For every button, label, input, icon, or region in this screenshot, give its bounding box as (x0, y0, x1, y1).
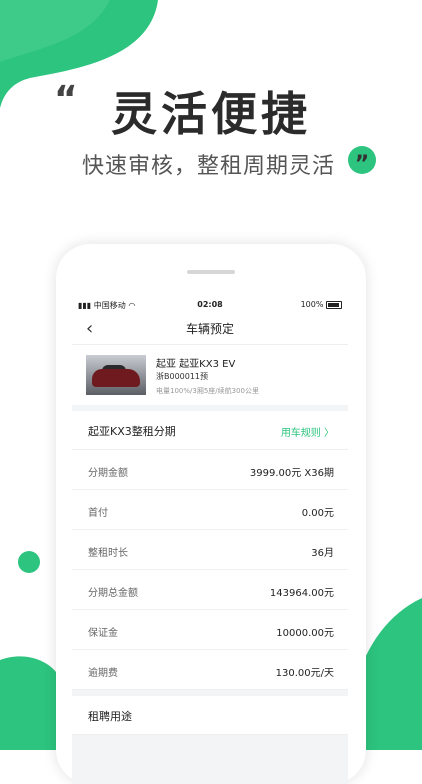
car-title: 起亚 起亚KX3 EV (156, 359, 236, 370)
row-value: 3999.00元 X36期 (249, 468, 334, 479)
row-label: 逾期费 (88, 668, 118, 679)
small-green-dot (18, 551, 40, 573)
row-label: 首付 (88, 508, 108, 519)
detail-row: 保证金 10000.00元 (72, 610, 348, 650)
row-label: 分期金额 (88, 468, 128, 479)
plan-title: 起亚KX3整租分期 (88, 425, 176, 438)
nav-bar: ‹ 车辆预定 (72, 312, 348, 345)
row-value: 143964.00元 (269, 588, 334, 599)
row-label: 保证金 (88, 628, 118, 639)
plan-header: 起亚KX3整租分期 用车规则 〉 (72, 411, 348, 450)
car-card[interactable]: 起亚 起亚KX3 EV 浙B000011预 电量100%/3厢5座/续航300公… (72, 345, 348, 405)
row-value: 130.00元/天 (275, 668, 334, 679)
app-screen: ▮▮▮ 中国移动 ◠ 02:08 100% ‹ 车辆预定 起亚 起亚KX3 EV… (72, 298, 348, 784)
detail-row: 首付 0.00元 (72, 490, 348, 530)
usage-section[interactable]: 租聘用途 (72, 696, 348, 735)
battery-icon (326, 300, 342, 309)
row-label: 分期总金额 (88, 588, 138, 599)
close-quote-mark: ” (355, 152, 369, 174)
car-info: 电量100%/3厢5座/续航300公里 (156, 387, 259, 395)
phone-speaker (187, 270, 235, 274)
rules-link[interactable]: 用车规则 〉 (281, 424, 334, 439)
close-quote-badge: ” (348, 146, 376, 174)
row-value: 10000.00元 (276, 628, 334, 639)
detail-row: 分期总金额 143964.00元 (72, 570, 348, 610)
car-photo (86, 355, 146, 395)
usage-title: 租聘用途 (88, 710, 132, 723)
status-battery: 100% (301, 300, 342, 309)
detail-row: 整租时长 36月 (72, 530, 348, 570)
row-value: 36月 (311, 548, 334, 559)
usage-header: 租聘用途 (72, 696, 348, 735)
row-label: 整租时长 (88, 548, 128, 559)
promo-headline: 灵活便捷 (111, 87, 311, 141)
bottom-left-green-blob (0, 656, 56, 750)
status-bar: ▮▮▮ 中国移动 ◠ 02:08 100% (72, 298, 348, 312)
page-title: 车辆预定 (185, 322, 234, 336)
detail-row: 逾期费 130.00元/天 (72, 650, 348, 690)
row-value: 0.00元 (301, 508, 334, 519)
detail-row: 分期金额 3999.00元 X36期 (72, 450, 348, 490)
car-plate: 浙B000011预 (156, 372, 209, 381)
phone-mockup: ▮▮▮ 中国移动 ◠ 02:08 100% ‹ 车辆预定 起亚 起亚KX3 EV… (56, 244, 366, 784)
plan-section: 起亚KX3整租分期 用车规则 〉 分期金额 3999.00元 X36期 首付 0… (72, 411, 348, 690)
promo-subline: 快速审核，整租周期灵活 (82, 154, 336, 179)
